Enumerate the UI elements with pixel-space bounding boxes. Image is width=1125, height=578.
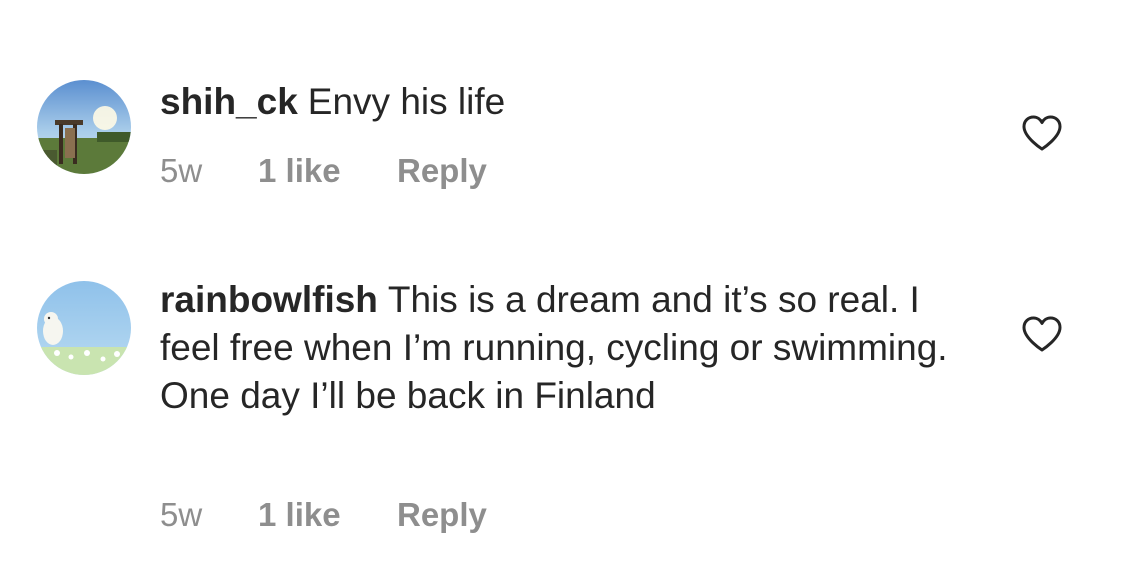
comment-time: 5w	[160, 496, 203, 533]
cartoon-sky-icon	[37, 281, 131, 375]
comment-username[interactable]: rainbowlfish	[160, 279, 378, 320]
comment-text: Envy his life	[307, 81, 506, 122]
comment-likes-button[interactable]: 1 like	[258, 496, 341, 534]
comment-text-block: shih_ck Envy his life	[160, 78, 960, 126]
comment-item: shih_ck Envy his life 5w 1 like Reply	[0, 0, 1125, 230]
avatar[interactable]	[37, 281, 131, 375]
reply-button[interactable]: Reply	[397, 152, 487, 190]
comment-likes-button[interactable]: 1 like	[258, 152, 341, 190]
reply-button[interactable]: Reply	[397, 496, 487, 534]
comment-item: rainbowlfish This is a dream and it’s so …	[0, 230, 1125, 578]
comment-time: 5w	[160, 152, 203, 189]
comment-text-block: rainbowlfish This is a dream and it’s so …	[160, 276, 960, 420]
landscape-photo-icon	[37, 80, 131, 174]
comment-username[interactable]: shih_ck	[160, 81, 298, 122]
like-button[interactable]	[1021, 315, 1063, 353]
heart-outline-icon	[1022, 316, 1062, 352]
avatar[interactable]	[37, 80, 131, 174]
heart-outline-icon	[1022, 115, 1062, 151]
like-button[interactable]	[1021, 114, 1063, 152]
